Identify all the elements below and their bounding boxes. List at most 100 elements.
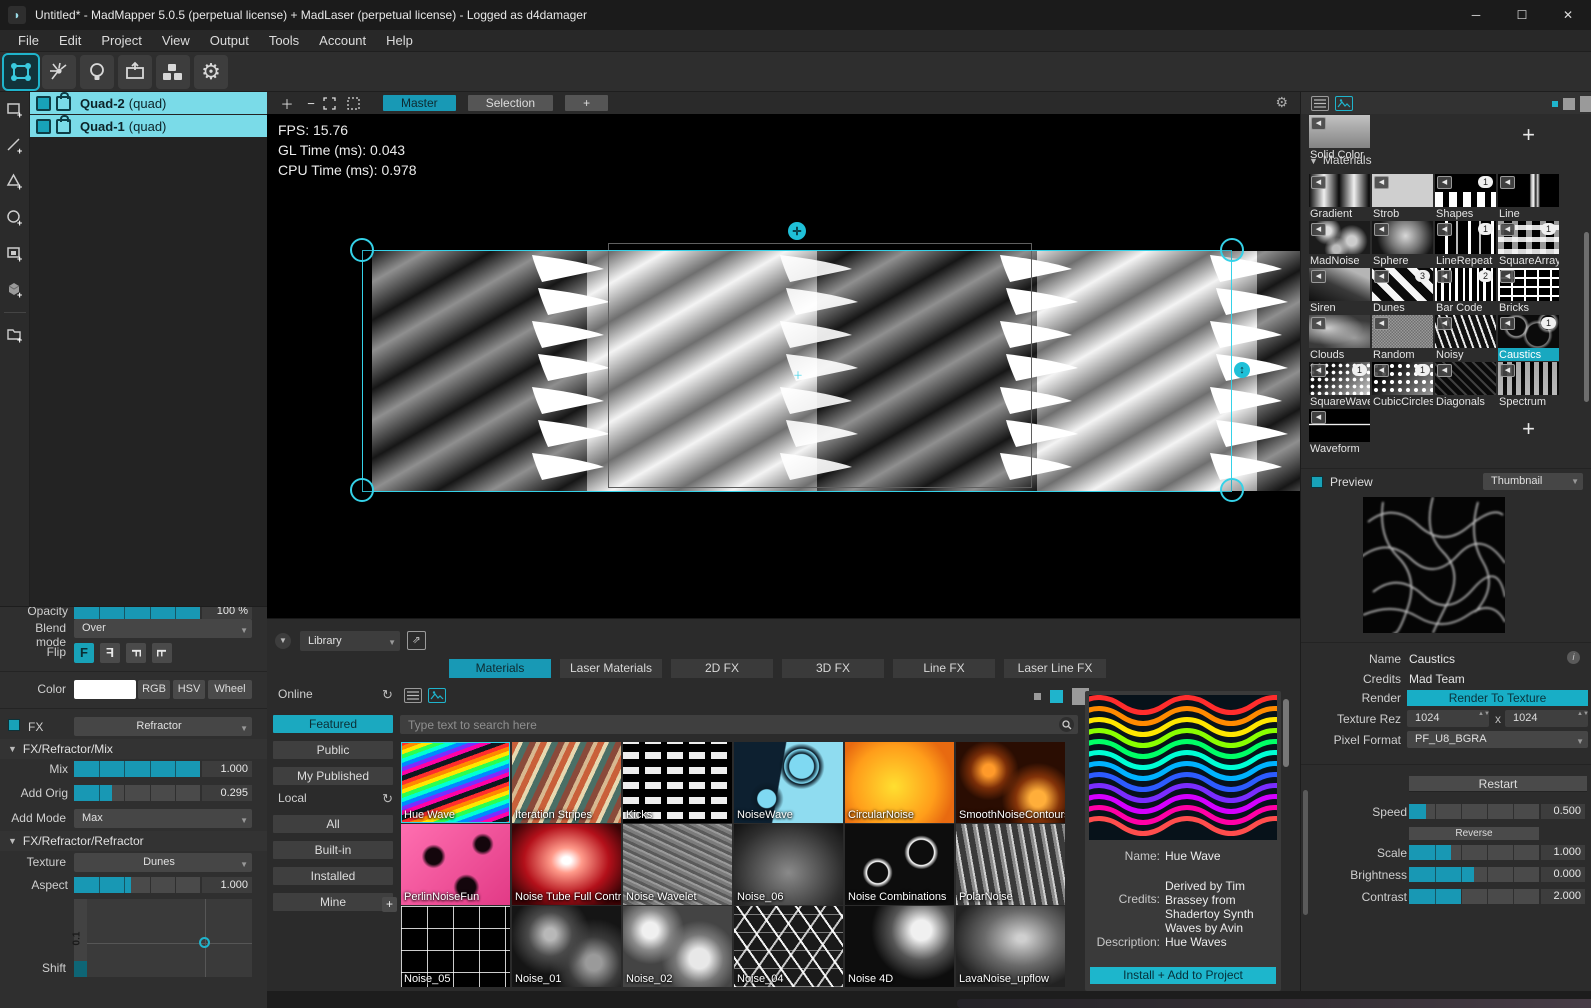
material-thumb-diagonals[interactable]: ◀: [1435, 362, 1496, 395]
aspect-slider[interactable]: [74, 877, 200, 893]
contrast-slider[interactable]: [1409, 889, 1539, 904]
collapse-arrow-icon[interactable]: ◀: [1437, 270, 1452, 283]
library-item-kicks[interactable]: Kicks: [623, 742, 732, 823]
fit-view-icon[interactable]: [323, 97, 347, 110]
filter-all[interactable]: All: [273, 815, 393, 833]
flip-rotate-cw-button[interactable]: F: [126, 643, 146, 663]
move-handle[interactable]: ✛: [788, 222, 806, 240]
material-thumb-cubiccircles[interactable]: ◀1: [1372, 362, 1433, 395]
collapse-arrow-icon[interactable]: ◀: [1374, 176, 1389, 189]
library-scrollbar[interactable]: [1283, 699, 1289, 767]
library-item-noise-01[interactable]: Noise_01: [512, 906, 621, 987]
library-item-noise-02[interactable]: Noise_02: [623, 906, 732, 987]
brightness-slider[interactable]: [1409, 867, 1539, 882]
surface-row-quad-1[interactable]: Quad-1(quad): [30, 115, 267, 137]
preview-mode-dropdown[interactable]: Thumbnail: [1483, 473, 1583, 490]
filter-featured[interactable]: Featured: [273, 715, 393, 733]
blend-mode-dropdown[interactable]: Over: [74, 619, 252, 638]
filter-mine[interactable]: Mine: [273, 893, 393, 911]
panel-scrollbar[interactable]: [1303, 790, 1308, 915]
menu-edit[interactable]: Edit: [49, 33, 91, 48]
material-thumb-solid-color[interactable]: ◀: [1309, 115, 1370, 148]
install-add-button[interactable]: Install + Add to Project: [1090, 967, 1276, 984]
collapse-arrow-icon[interactable]: ◀: [1311, 223, 1326, 236]
menu-project[interactable]: Project: [91, 33, 151, 48]
collapse-arrow-icon[interactable]: ◀: [1437, 364, 1452, 377]
filter-built-in[interactable]: Built-in: [273, 841, 393, 859]
corner-handle-br[interactable]: [1220, 478, 1244, 502]
popout-icon[interactable]: ⇗: [407, 631, 426, 650]
menu-file[interactable]: File: [8, 33, 49, 48]
collapse-arrow-icon[interactable]: ◀: [1311, 364, 1326, 377]
collapse-arrow-icon[interactable]: ◀: [1311, 270, 1326, 283]
material-thumb-linerepeat[interactable]: ◀1: [1435, 221, 1496, 254]
tab-line-fx[interactable]: Line FX: [893, 659, 995, 678]
tab-laser-line-fx[interactable]: Laser Line FX: [1004, 659, 1106, 678]
library-list-view-icon[interactable]: [404, 688, 422, 703]
tab-laser-materials[interactable]: Laser Materials: [560, 659, 662, 678]
rez-width-spinner[interactable]: 1024: [1407, 710, 1489, 727]
library-item-noise-05[interactable]: Noise_05: [401, 906, 510, 987]
zoom-out-icon[interactable]: −: [299, 96, 323, 111]
library-item-noise-04[interactable]: Noise_04: [734, 906, 843, 987]
collapse-arrow-icon[interactable]: ◀: [1437, 223, 1452, 236]
add-circle-button[interactable]: +: [0, 200, 30, 236]
material-thumb-line[interactable]: ◀: [1498, 174, 1559, 207]
material-thumb-spectrum[interactable]: ◀: [1498, 362, 1559, 395]
shift-handle[interactable]: [199, 937, 210, 948]
menu-output[interactable]: Output: [200, 33, 259, 48]
add-folder-button[interactable]: +: [0, 317, 30, 353]
color-hsv-button[interactable]: HSV: [173, 680, 205, 699]
collapse-arrow-icon[interactable]: ◀: [1374, 364, 1389, 377]
material-thumb-waveform[interactable]: ◀: [1309, 409, 1370, 442]
collapse-arrow-icon[interactable]: ◀: [1500, 270, 1515, 283]
material-thumb-siren[interactable]: ◀: [1309, 268, 1370, 301]
materials-section-header[interactable]: ▼Materials: [1309, 153, 1372, 167]
flip-rotate-ccw-button[interactable]: F: [152, 643, 172, 663]
library-item-noise-wavelet[interactable]: Noise Wavelet: [623, 824, 732, 905]
lock-icon[interactable]: [56, 96, 71, 111]
collapse-arrow-icon[interactable]: ◀: [1500, 176, 1515, 189]
preview-checkbox[interactable]: [1311, 476, 1323, 488]
mapping-canvas[interactable]: ＋ − MasterSelection+ ⚙ FPS: 15.76GL Time…: [267, 92, 1300, 618]
tab-2d-fx[interactable]: 2D FX: [671, 659, 773, 678]
library-selector-dropdown[interactable]: Library: [300, 631, 400, 651]
flip-horizontal-button[interactable]: F: [100, 643, 120, 663]
collapse-arrow-icon[interactable]: ◀: [1311, 411, 1326, 424]
add-quad-button[interactable]: +: [0, 92, 30, 128]
materials-scrollbar[interactable]: [1584, 232, 1589, 402]
zoom-in-icon[interactable]: ＋: [275, 94, 299, 113]
scale-handle[interactable]: ↕: [1234, 362, 1250, 378]
mix-slider[interactable]: [74, 761, 200, 777]
library-item-noise-combinations[interactable]: Noise Combinations: [845, 824, 954, 905]
material-thumb-random[interactable]: ◀: [1372, 315, 1433, 348]
lib-size-small[interactable]: [1034, 693, 1041, 700]
speed-slider[interactable]: [1409, 804, 1539, 819]
collapse-arrow-icon[interactable]: ◀: [1437, 317, 1452, 330]
flip-none-button[interactable]: F: [74, 643, 94, 663]
add-media-button[interactable]: +: [1498, 115, 1559, 155]
tab-3d-fx[interactable]: 3D FX: [782, 659, 884, 678]
library-item-noisewave[interactable]: NoiseWave: [734, 742, 843, 823]
material-thumb-squarearray[interactable]: ◀1: [1498, 221, 1559, 254]
collapse-arrow-icon[interactable]: ◀: [1374, 270, 1389, 283]
material-thumb-clouds[interactable]: ◀: [1309, 315, 1370, 348]
canvas-tab-master[interactable]: Master: [383, 95, 456, 111]
thumb-size-medium[interactable]: [1563, 98, 1575, 110]
texture-dropdown[interactable]: Dunes: [74, 853, 252, 872]
pixel-format-dropdown[interactable]: PF_U8_BGRA: [1407, 731, 1588, 748]
corner-handle-tl[interactable]: [350, 238, 374, 262]
mapping-mode-button[interactable]: [4, 55, 38, 89]
fx-dropdown[interactable]: Refractor: [74, 717, 252, 736]
close-button[interactable]: ✕: [1545, 0, 1591, 30]
maximize-button[interactable]: ☐: [1499, 0, 1545, 30]
collapse-arrow-icon[interactable]: ◀: [1311, 117, 1326, 130]
add-triangle-button[interactable]: +: [0, 164, 30, 200]
collapse-arrow-icon[interactable]: ◀: [1311, 176, 1326, 189]
lock-icon[interactable]: [56, 119, 71, 134]
library-item-smoothnoisecontours[interactable]: SmoothNoiseContours: [956, 742, 1065, 823]
library-item-perlinnoisefun[interactable]: PerlinNoiseFun: [401, 824, 510, 905]
material-thumb-caustics[interactable]: ◀1: [1498, 315, 1559, 348]
add-collection-button[interactable]: +: [382, 897, 397, 912]
material-thumb-squarewave[interactable]: ◀1: [1309, 362, 1370, 395]
